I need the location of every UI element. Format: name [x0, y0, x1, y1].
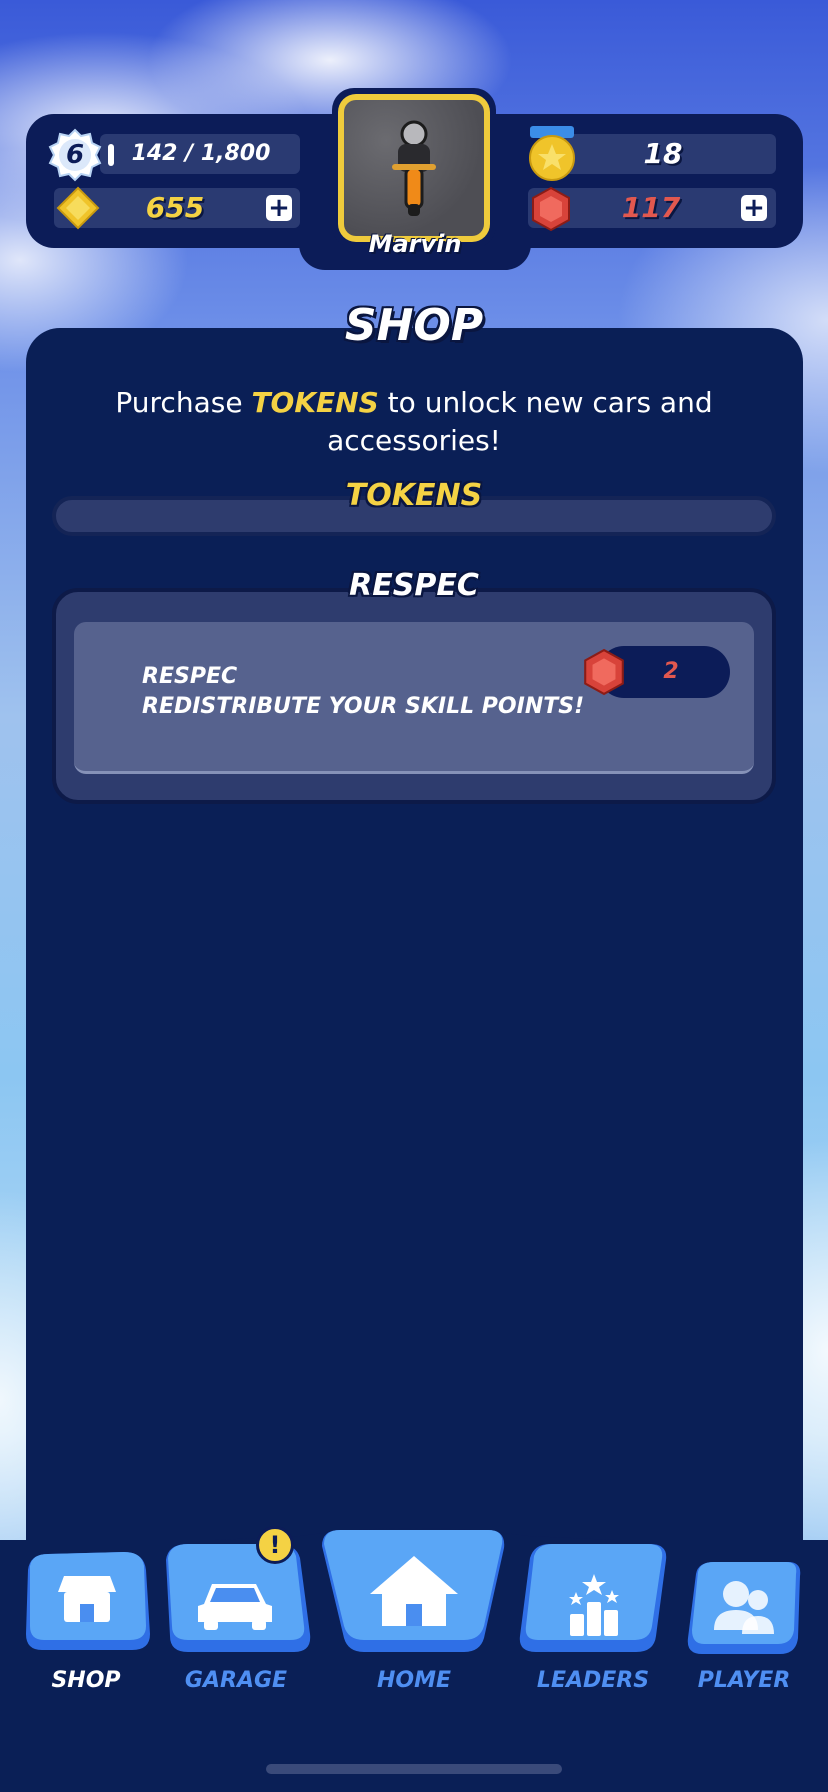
motorbike-icon	[392, 120, 436, 216]
players-icon	[687, 1562, 801, 1654]
star-medal-icon	[529, 126, 575, 181]
intro-text-after: to unlock new cars and accessories!	[327, 386, 713, 457]
shop-intro-text: Purchase TOKENS to unlock new cars and a…	[80, 384, 748, 460]
respec-price: 2	[663, 659, 679, 684]
respec-section-label: RESPEC	[349, 568, 479, 603]
nav-player-label: PLAYER	[697, 1668, 791, 1693]
nav-leaders-label: LEADERS	[536, 1668, 650, 1693]
nav-player-button[interactable]	[684, 1558, 804, 1658]
page-title: SHOP	[344, 300, 484, 351]
nav-leaders-button[interactable]	[516, 1540, 670, 1658]
avatar	[344, 100, 484, 236]
nav-shop-button[interactable]	[20, 1546, 152, 1658]
xp-progress-bar	[108, 144, 114, 166]
shop-icon	[26, 1552, 150, 1650]
nav-home-button[interactable]	[318, 1526, 510, 1658]
home-indicator	[266, 1764, 562, 1774]
gem-icon	[584, 648, 624, 696]
player-name: Marvin	[368, 230, 462, 258]
intro-text-before: Purchase	[115, 386, 252, 419]
gems-amount: 117	[621, 191, 681, 224]
level-number: 6	[65, 140, 85, 170]
car-icon	[166, 1544, 311, 1652]
respec-item-title: RESPEC	[142, 664, 238, 689]
add-cash-button[interactable]: +	[266, 195, 292, 221]
nav-shop-label: SHOP	[51, 1668, 121, 1693]
podium-icon	[519, 1544, 667, 1652]
nav-home-label: HOME	[376, 1668, 452, 1693]
nav-garage-label: GARAGE	[184, 1668, 288, 1693]
xp-text: 142 / 1,800	[131, 141, 271, 166]
avatar-frame[interactable]	[332, 88, 496, 248]
gem-icon	[532, 186, 570, 232]
nav-garage-button[interactable]	[160, 1540, 312, 1658]
home-icon	[322, 1530, 505, 1652]
cash-icon	[56, 186, 100, 230]
stars-amount: 18	[643, 137, 683, 170]
respec-item-description: REDISTRIBUTE YOUR SKILL POINTS!	[142, 694, 585, 719]
cash-amount: 655	[145, 191, 205, 224]
intro-highlight: TOKENS	[251, 386, 379, 419]
add-gems-button[interactable]: +	[741, 195, 767, 221]
tokens-section-label: TOKENS	[345, 478, 483, 513]
garage-alert-badge: !	[256, 1526, 294, 1564]
